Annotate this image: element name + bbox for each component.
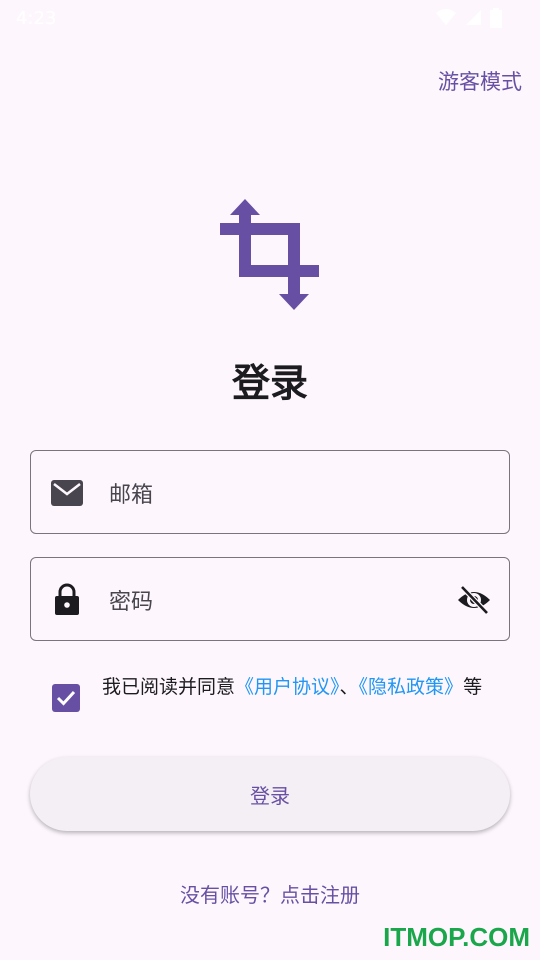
register-link[interactable]: 没有账号？点击注册 [0, 879, 540, 908]
wifi-icon [436, 9, 456, 25]
status-icons [436, 8, 502, 28]
email-field[interactable]: 邮箱 [30, 450, 510, 534]
agreement-text: 我已阅读并同意《用户协议》、《隐私政策》等 [102, 677, 492, 698]
agreement-prefix: 我已阅读并同意 [102, 676, 236, 698]
login-button[interactable]: 登录 [30, 757, 510, 831]
battery-icon [490, 8, 502, 28]
agreement-suffix: 等 [463, 676, 483, 698]
lock-icon [55, 583, 79, 615]
agreement-separator: 、 [339, 676, 359, 698]
signal-icon [466, 10, 481, 25]
password-placeholder: 密码 [109, 590, 154, 615]
check-icon [56, 690, 76, 706]
guest-mode-link[interactable]: 游客模式 [438, 66, 522, 96]
page-title: 登录 [231, 361, 308, 405]
watermark-logo: ITMOP.COM [383, 922, 530, 952]
status-time: 4:23 [16, 8, 57, 29]
email-icon [51, 480, 83, 506]
agreement-checkbox[interactable] [52, 684, 80, 712]
privacy-policy-link[interactable]: 《隐私政策》 [359, 676, 464, 698]
visibility-off-icon[interactable] [457, 584, 491, 616]
email-placeholder: 邮箱 [109, 483, 154, 508]
user-agreement-link[interactable]: 《用户协议》 [235, 676, 340, 698]
crop-rotate-icon [220, 199, 319, 310]
password-field[interactable]: 密码 [30, 557, 510, 641]
status-bar: 4:23 [0, 0, 540, 38]
